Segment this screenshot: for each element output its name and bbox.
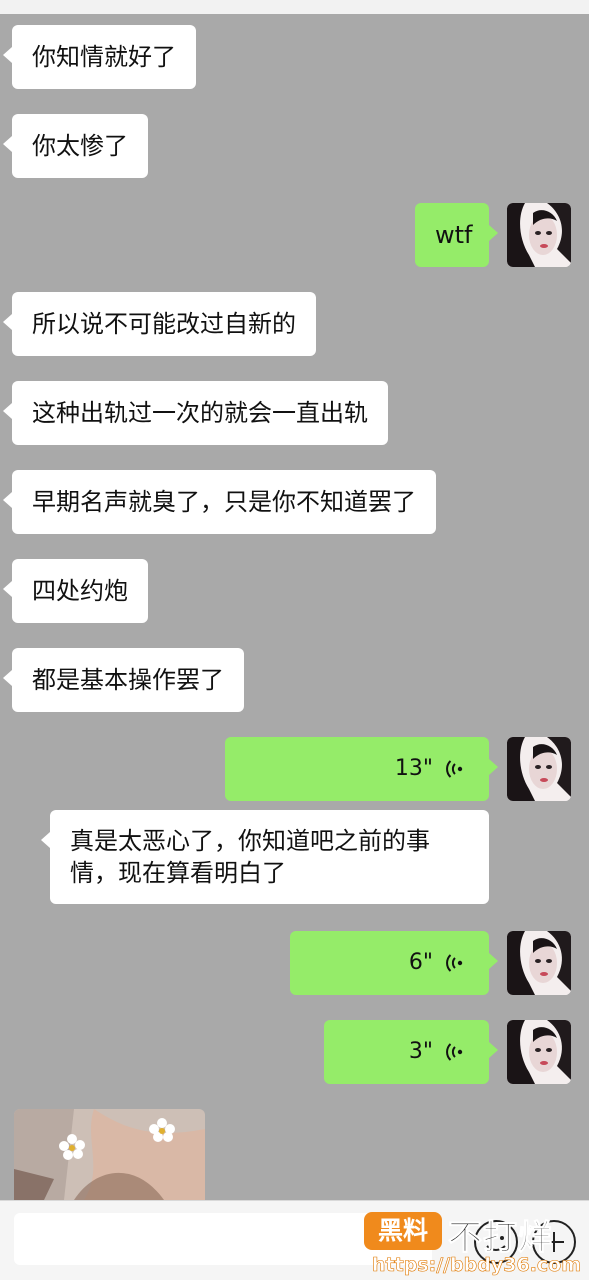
voice-duration: 3" <box>408 1039 433 1064</box>
message-bubble-incoming[interactable]: 这种出轨过一次的就会一直出轨 <box>3 381 388 445</box>
message-bubble-incoming[interactable]: 真是太恶心了，你知道吧之前的事情，现在算看明白了 <box>41 810 489 904</box>
message-bubble-incoming[interactable]: 都是基本操作罢了 <box>3 648 244 712</box>
avatar-portrait-icon <box>507 1020 571 1084</box>
message-text: 你知情就好了 <box>32 43 176 71</box>
avatar[interactable] <box>507 931 571 995</box>
voice-duration: 13" <box>394 756 433 781</box>
message-bubble-outgoing[interactable]: wtf <box>415 203 498 267</box>
voice-wave-icon <box>446 954 463 972</box>
message-bubble-incoming[interactable]: 早期名声就臭了，只是你不知道罢了 <box>3 470 436 534</box>
avatar-portrait-icon <box>507 931 571 995</box>
message-bubble-incoming[interactable]: 所以说不可能改过自新的 <box>3 292 316 356</box>
message-bubble-incoming[interactable]: 你太惨了 <box>3 114 148 178</box>
message-text: wtf <box>435 221 473 249</box>
message-bubble-incoming[interactable]: 四处约炮 <box>3 559 148 623</box>
avatar-portrait-icon <box>507 203 571 267</box>
voice-wave-icon <box>446 1043 463 1061</box>
message-text: 你太惨了 <box>32 132 128 160</box>
message-text: 都是基本操作罢了 <box>32 666 224 694</box>
watermark-url: https://bbdy36.com <box>372 1254 582 1277</box>
message-text: 早期名声就臭了，只是你不知道罢了 <box>32 488 416 516</box>
voice-wave-icon <box>446 760 463 778</box>
avatar[interactable] <box>507 1020 571 1084</box>
message-text: 所以说不可能改过自新的 <box>32 310 296 338</box>
flower-photo-icon <box>14 1109 205 1200</box>
watermark-badge: 黑料 <box>364 1212 442 1250</box>
watermark-title: 不打烊 <box>448 1218 553 1259</box>
voice-message-outgoing[interactable]: 3" <box>324 1020 498 1084</box>
avatar[interactable] <box>507 203 571 267</box>
watermark: 黑料 不打烊 https://bbdy36.com <box>364 1210 584 1278</box>
avatar[interactable] <box>507 737 571 801</box>
message-text: 真是太恶心了，你知道吧之前的事情，现在算看明白了 <box>70 827 430 887</box>
voice-message-outgoing[interactable]: 13" <box>225 737 498 801</box>
voice-message-outgoing[interactable]: 6" <box>290 931 498 995</box>
avatar-portrait-icon <box>507 737 571 801</box>
message-bubble-incoming[interactable]: 你知情就好了 <box>3 25 196 89</box>
top-strip <box>0 0 589 14</box>
message-text: 这种出轨过一次的就会一直出轨 <box>32 399 368 427</box>
voice-duration: 6" <box>408 950 433 975</box>
image-message[interactable] <box>14 1109 205 1200</box>
message-text: 四处约炮 <box>32 577 128 605</box>
